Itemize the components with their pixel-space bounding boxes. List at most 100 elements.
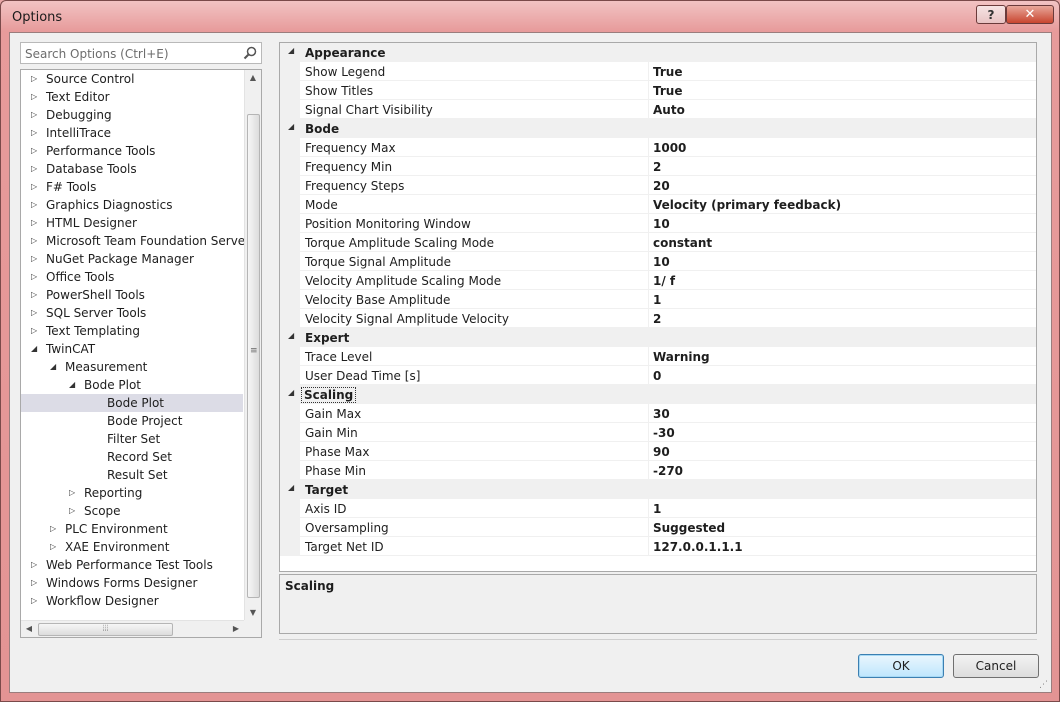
collapsed-arrow-icon[interactable]: ▷ <box>31 251 41 267</box>
collapsed-arrow-icon[interactable]: ▷ <box>31 125 41 141</box>
scroll-right-icon[interactable]: ▶ <box>228 621 244 637</box>
tree-item[interactable]: ▷ Windows Forms Designer <box>21 574 243 592</box>
tree-horizontal-scrollbar[interactable]: ◀ ⦙⦙⦙ ▶ <box>21 620 244 637</box>
property-row[interactable]: Show Legend True <box>280 62 1036 81</box>
collapsed-arrow-icon[interactable]: ▷ <box>31 269 41 285</box>
tree-item[interactable]: ▷ HTML Designer <box>21 214 243 232</box>
search-icon[interactable] <box>243 46 257 60</box>
property-row[interactable]: Target Net ID 127.0.0.1.1.1 <box>280 537 1036 556</box>
property-value[interactable]: 90 <box>653 445 670 459</box>
tree-item[interactable]: Record Set <box>21 448 243 466</box>
collapsed-arrow-icon[interactable]: ▷ <box>50 521 60 537</box>
tree-item[interactable]: ▷ Graphics Diagnostics <box>21 196 243 214</box>
property-row[interactable]: Velocity Base Amplitude 1 <box>280 290 1036 309</box>
collapsed-arrow-icon[interactable]: ▷ <box>31 179 41 195</box>
expanded-arrow-icon[interactable]: ◢ <box>288 483 294 492</box>
property-value[interactable]: 2 <box>653 160 661 174</box>
collapsed-arrow-icon[interactable]: ▷ <box>31 305 41 321</box>
tree-item[interactable]: ▷ Web Performance Test Tools <box>21 556 243 574</box>
property-value[interactable]: -30 <box>653 426 675 440</box>
category-row[interactable]: ◢ Scaling <box>280 385 1036 404</box>
collapsed-arrow-icon[interactable]: ▷ <box>31 71 41 87</box>
scroll-left-icon[interactable]: ◀ <box>21 621 37 637</box>
tree-item[interactable]: ▷ Scope <box>21 502 243 520</box>
property-value[interactable]: Suggested <box>653 521 725 535</box>
expanded-arrow-icon[interactable]: ◢ <box>288 122 294 131</box>
property-row[interactable]: Torque Amplitude Scaling Mode constant <box>280 233 1036 252</box>
property-row[interactable]: Gain Max 30 <box>280 404 1036 423</box>
collapsed-arrow-icon[interactable]: ▷ <box>31 575 41 591</box>
collapsed-arrow-icon[interactable]: ▷ <box>31 593 41 609</box>
tree-item[interactable]: ▷ Debugging <box>21 106 243 124</box>
property-value[interactable]: constant <box>653 236 712 250</box>
property-row[interactable]: Frequency Min 2 <box>280 157 1036 176</box>
property-value[interactable]: 0 <box>653 369 661 383</box>
property-row[interactable]: Phase Min -270 <box>280 461 1036 480</box>
collapsed-arrow-icon[interactable]: ▷ <box>31 143 41 159</box>
expanded-arrow-icon[interactable]: ◢ <box>288 331 294 340</box>
property-row[interactable]: Trace Level Warning <box>280 347 1036 366</box>
expanded-arrow-icon[interactable]: ◢ <box>288 46 294 55</box>
tree-item[interactable]: ▷ F# Tools <box>21 178 243 196</box>
property-value[interactable]: Warning <box>653 350 710 364</box>
ok-button[interactable]: OK <box>858 654 944 678</box>
tree-item[interactable]: Bode Plot <box>21 394 243 412</box>
property-value[interactable]: 10 <box>653 255 670 269</box>
tree-item[interactable]: ▷ PowerShell Tools <box>21 286 243 304</box>
tree-item[interactable]: ▷ Workflow Designer <box>21 592 243 610</box>
scroll-up-icon[interactable]: ▲ <box>245 70 261 86</box>
title-bar[interactable]: Options ? ✕ <box>1 1 1059 33</box>
collapsed-arrow-icon[interactable]: ▷ <box>50 539 60 555</box>
tree-item[interactable]: Bode Project <box>21 412 243 430</box>
tree-item[interactable]: Filter Set <box>21 430 243 448</box>
property-row[interactable]: Show Titles True <box>280 81 1036 100</box>
collapsed-arrow-icon[interactable]: ▷ <box>31 197 41 213</box>
collapsed-arrow-icon[interactable]: ▷ <box>69 503 79 519</box>
tree-item[interactable]: ▷ Reporting <box>21 484 243 502</box>
property-value[interactable]: True <box>653 65 682 79</box>
collapsed-arrow-icon[interactable]: ▷ <box>31 89 41 105</box>
property-row[interactable]: Torque Signal Amplitude 10 <box>280 252 1036 271</box>
category-row[interactable]: ◢ Target <box>280 480 1036 499</box>
collapsed-arrow-icon[interactable]: ▷ <box>31 215 41 231</box>
property-row[interactable]: Frequency Max 1000 <box>280 138 1036 157</box>
property-row[interactable]: User Dead Time [s] 0 <box>280 366 1036 385</box>
property-row[interactable]: Signal Chart Visibility Auto <box>280 100 1036 119</box>
close-button[interactable]: ✕ <box>1006 5 1054 24</box>
property-row[interactable]: Velocity Signal Amplitude Velocity 2 <box>280 309 1036 328</box>
tree-item[interactable]: ◢ Measurement <box>21 358 243 376</box>
property-value[interactable]: 127.0.0.1.1.1 <box>653 540 743 554</box>
property-value[interactable]: Auto <box>653 103 685 117</box>
collapsed-arrow-icon[interactable]: ▷ <box>31 233 41 249</box>
collapsed-arrow-icon[interactable]: ▷ <box>31 287 41 303</box>
tree-item[interactable]: ▷ Text Templating <box>21 322 243 340</box>
property-row[interactable]: Velocity Amplitude Scaling Mode 1/ f <box>280 271 1036 290</box>
expanded-arrow-icon[interactable]: ◢ <box>50 359 60 375</box>
collapsed-arrow-icon[interactable]: ▷ <box>31 557 41 573</box>
property-value[interactable]: 30 <box>653 407 670 421</box>
search-input[interactable]: Search Options (Ctrl+E) <box>20 42 262 64</box>
property-row[interactable]: Oversampling Suggested <box>280 518 1036 537</box>
collapsed-arrow-icon[interactable]: ▷ <box>31 161 41 177</box>
expanded-arrow-icon[interactable]: ◢ <box>69 377 79 393</box>
tree-item[interactable]: ▷ Database Tools <box>21 160 243 178</box>
tree-item[interactable]: ▷ XAE Environment <box>21 538 243 556</box>
property-value[interactable]: 1 <box>653 293 661 307</box>
tree-item[interactable]: ▷ Office Tools <box>21 268 243 286</box>
property-row[interactable]: Gain Min -30 <box>280 423 1036 442</box>
property-row[interactable]: Axis ID 1 <box>280 499 1036 518</box>
property-value[interactable]: 1000 <box>653 141 686 155</box>
category-row[interactable]: ◢ Appearance <box>280 43 1036 62</box>
vertical-scroll-thumb[interactable]: ≡ <box>247 114 260 598</box>
property-value[interactable]: -270 <box>653 464 683 478</box>
tree-item[interactable]: ▷ PLC Environment <box>21 520 243 538</box>
tree-item[interactable]: ▷ Microsoft Team Foundation Server 20 <box>21 232 261 250</box>
tree-item[interactable]: ◢ Bode Plot <box>21 376 243 394</box>
property-row[interactable]: Phase Max 90 <box>280 442 1036 461</box>
collapsed-arrow-icon[interactable]: ▷ <box>31 107 41 123</box>
property-row[interactable]: Position Monitoring Window 10 <box>280 214 1036 233</box>
tree-item[interactable]: ◢ TwinCAT <box>21 340 243 358</box>
property-row[interactable]: Frequency Steps 20 <box>280 176 1036 195</box>
scroll-down-icon[interactable]: ▼ <box>245 605 261 621</box>
tree-item[interactable]: ▷ Source Control <box>21 70 243 88</box>
